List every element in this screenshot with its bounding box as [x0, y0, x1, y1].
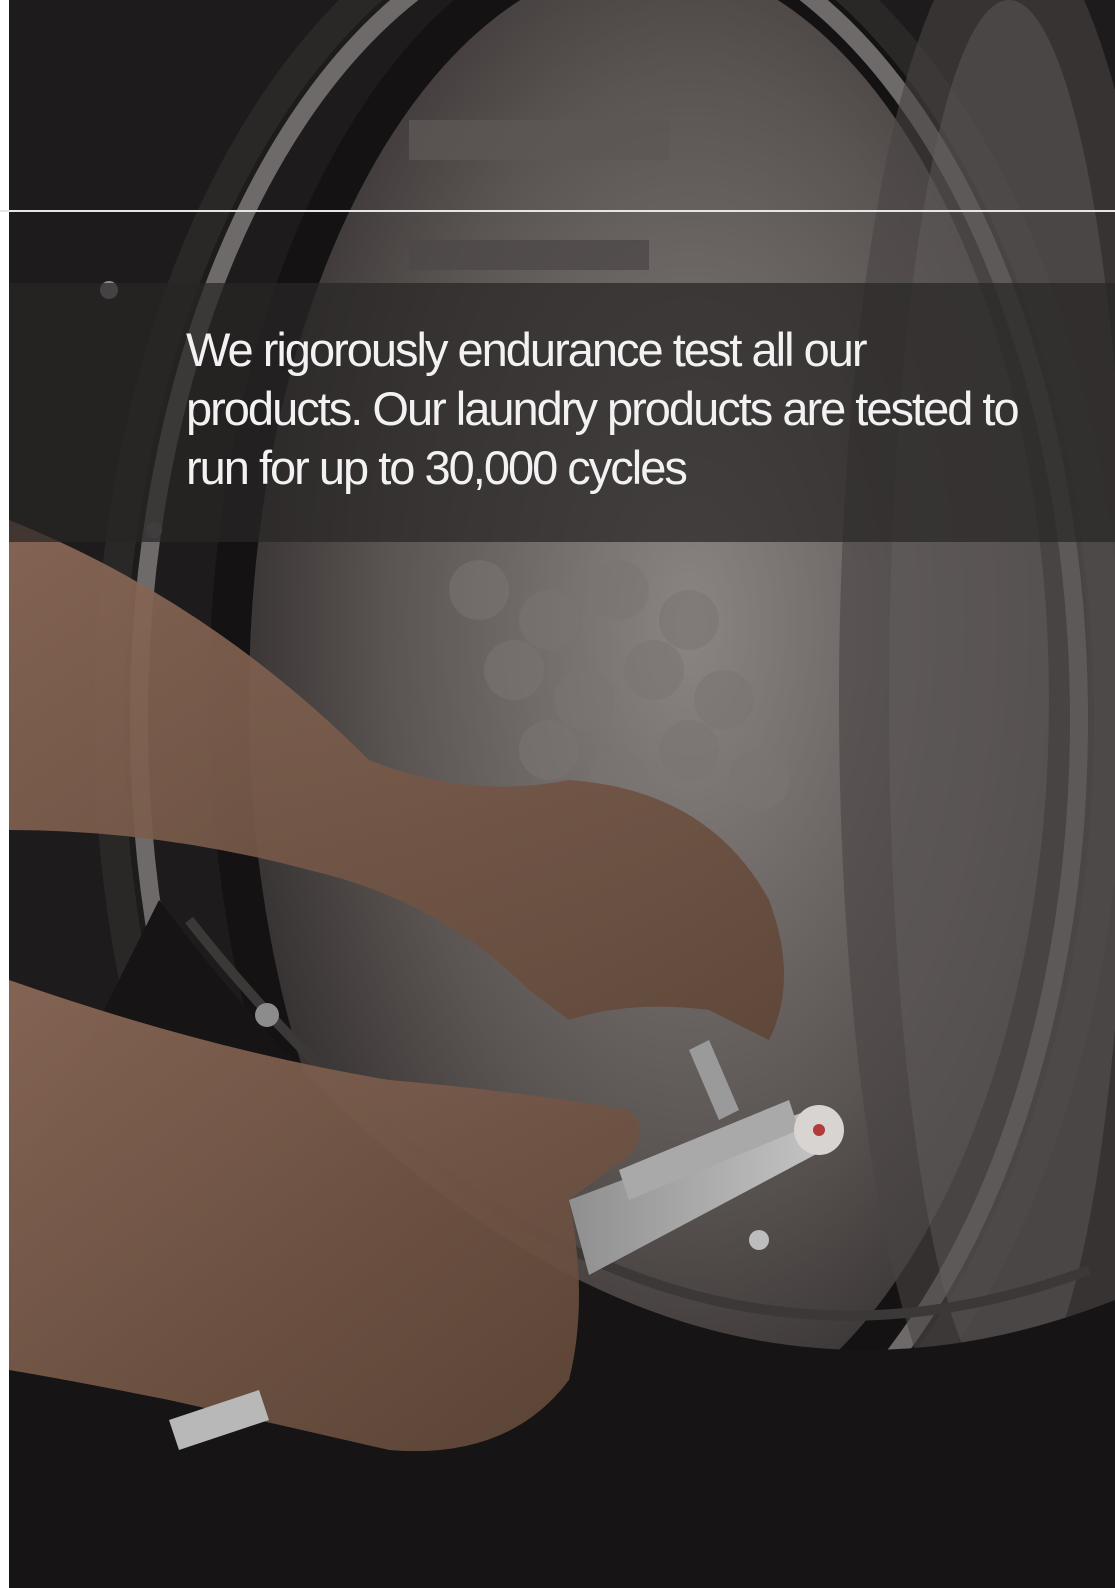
- brochure-page: We rigorously endurance test all our pro…: [0, 0, 1115, 1588]
- background-photo: [9, 0, 1115, 1588]
- caption-text: We rigorously endurance test all our pro…: [186, 323, 1020, 494]
- washing-machine-drum-illustration: [9, 0, 1115, 1588]
- top-divider-line: [0, 210, 1115, 212]
